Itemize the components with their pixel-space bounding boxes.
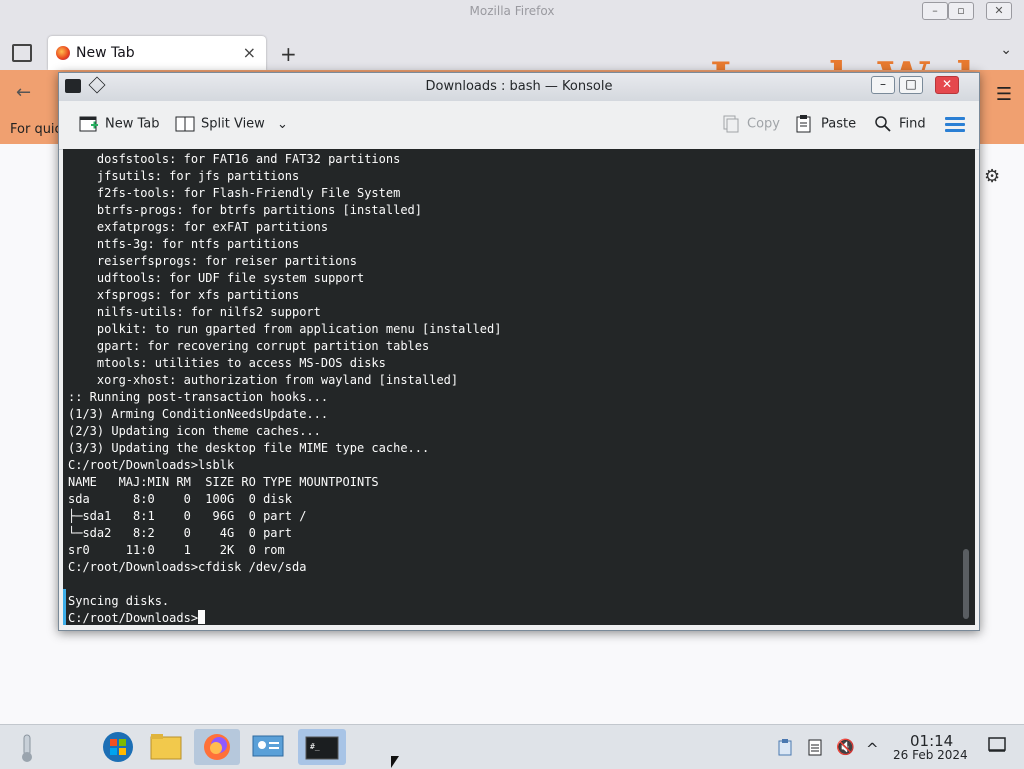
- thermometer-icon: [22, 734, 32, 762]
- firefox-close-button[interactable]: ✕: [986, 2, 1012, 20]
- taskbar-konsole[interactable]: #_: [298, 729, 346, 765]
- mouse-pointer-icon: [391, 756, 399, 768]
- split-view-label: Split View: [201, 116, 265, 132]
- terminal-cursor: [198, 610, 206, 624]
- konsole-window-title: Downloads : bash — Konsole: [425, 79, 613, 94]
- konsole-maximize-button[interactable]: □: [899, 76, 923, 94]
- list-tabs-button[interactable]: ⌄: [1000, 42, 1012, 58]
- clipboard-icon: [778, 739, 792, 756]
- firefox-minimize-button[interactable]: –: [922, 2, 948, 20]
- firefox-window-title: Mozilla Firefox: [469, 4, 555, 18]
- firefox-tabbar: New Tab × + ⌄ IoogleWeb: [0, 22, 1024, 106]
- back-button[interactable]: ←: [16, 82, 31, 103]
- settings-icon: [252, 735, 284, 757]
- terminal-line: ntfs-3g: for ntfs partitions: [68, 237, 300, 251]
- copy-toolbar-button[interactable]: Copy: [721, 115, 780, 133]
- terminal-line: f2fs-tools: for Flash-Friendly File Syst…: [68, 186, 401, 200]
- terminal-line: exfatprogs: for exFAT partitions: [68, 220, 329, 234]
- split-view-icon: [175, 116, 195, 132]
- terminal-focus-marker: [63, 589, 66, 625]
- terminal-line: (2/3) Updating icon theme caches...: [68, 424, 321, 438]
- notes-icon: [808, 739, 822, 756]
- tab-new-tab[interactable]: New Tab ×: [48, 36, 266, 70]
- firefox-maximize-button[interactable]: ▫: [948, 2, 974, 20]
- tab-label: New Tab: [76, 45, 135, 61]
- konsole-close-button[interactable]: ✕: [935, 76, 959, 94]
- terminal-line: xorg-xhost: authorization from wayland […: [68, 373, 459, 387]
- terminal-line: C:/root/Downloads>lsblk: [68, 458, 235, 472]
- clipboard-tray-icon[interactable]: [776, 738, 794, 760]
- search-icon: [875, 116, 891, 132]
- konsole-minimize-button[interactable]: –: [871, 76, 895, 94]
- terminal-line: └─sda2 8:2 0 4G 0 part: [68, 526, 292, 540]
- chevron-down-icon[interactable]: ⌄: [277, 117, 288, 132]
- new-tab-icon: [79, 116, 98, 132]
- taskbar: #_ 🔇 ^ 01:14 26 Feb 2024: [0, 724, 1024, 769]
- show-desktop-icon: [988, 737, 1006, 752]
- app-menu-button[interactable]: ☰: [996, 84, 1012, 105]
- copy-icon: [723, 115, 739, 133]
- gear-icon[interactable]: ⚙: [984, 166, 1000, 187]
- paste-label: Paste: [821, 116, 857, 132]
- svg-text:#_: #_: [310, 742, 320, 751]
- paste-icon: [796, 115, 811, 133]
- copy-label: Copy: [747, 116, 780, 132]
- split-view-toolbar-button[interactable]: Split View ⌄: [175, 115, 288, 133]
- taskbar-file-manager[interactable]: [146, 729, 186, 765]
- terminal-line: (1/3) Arming ConditionNeedsUpdate...: [68, 407, 329, 421]
- terminal-icon: #_: [305, 736, 339, 760]
- find-toolbar-button[interactable]: Find: [873, 115, 926, 133]
- terminal-line: Syncing disks.: [68, 594, 170, 608]
- terminal-output: dosfstools: for FAT16 and FAT32 partitio…: [63, 149, 975, 625]
- bookmark-item[interactable]: For quic: [10, 122, 62, 137]
- terminal-line: mtools: utilities to access MS-DOS disks: [68, 356, 386, 370]
- tab-close-icon[interactable]: ×: [243, 43, 256, 62]
- hamburger-menu-icon[interactable]: [945, 117, 965, 135]
- notes-tray-icon[interactable]: [806, 738, 824, 760]
- taskbar-system-settings[interactable]: [248, 729, 288, 765]
- terminal-line: nilfs-utils: for nilfs2 support: [68, 305, 321, 319]
- konsole-toolbar: New Tab Split View ⌄ Copy Paste Find: [59, 101, 979, 150]
- konsole-window: Downloads : bash — Konsole – □ ✕ New Tab…: [58, 72, 980, 631]
- terminal-line: NAME MAJ:MIN RM SIZE RO TYPE MOUNTPOINTS: [68, 475, 379, 489]
- tray-expand-icon[interactable]: ^: [866, 740, 879, 758]
- terminal-line: polkit: to run gparted from application …: [68, 322, 502, 336]
- find-label: Find: [899, 116, 926, 132]
- new-tab-toolbar-button[interactable]: New Tab: [79, 115, 160, 133]
- tab-overview-icon[interactable]: [12, 44, 32, 62]
- terminal-line: jfsutils: for jfs partitions: [68, 169, 300, 183]
- new-tab-label: New Tab: [105, 116, 160, 132]
- terminal-line: sda 8:0 0 100G 0 disk: [68, 492, 292, 506]
- volume-muted-icon[interactable]: 🔇: [836, 738, 855, 756]
- terminal-line: sr0 11:0 1 2K 0 rom: [68, 543, 285, 557]
- taskbar-firefox[interactable]: [194, 729, 240, 765]
- terminal-line: (3/3) Updating the desktop file MIME typ…: [68, 441, 430, 455]
- terminal-scrollbar[interactable]: [963, 549, 969, 619]
- firefox-icon: [204, 734, 230, 760]
- show-desktop-button[interactable]: [988, 737, 1006, 757]
- new-tab-button[interactable]: +: [280, 42, 297, 66]
- terminal-line: C:/root/Downloads>cfdisk /dev/sda: [68, 560, 307, 574]
- start-menu-button[interactable]: [98, 729, 138, 765]
- terminal-line: dosfstools: for FAT16 and FAT32 partitio…: [68, 152, 401, 166]
- firefox-favicon-icon: [56, 46, 70, 60]
- clock-date[interactable]: 26 Feb 2024: [893, 748, 968, 762]
- terminal-line: xfsprogs: for xfs partitions: [68, 288, 300, 302]
- firefox-titlebar: Mozilla Firefox – ▫ ✕: [0, 0, 1024, 22]
- konsole-titlebar[interactable]: Downloads : bash — Konsole – □ ✕: [59, 73, 979, 101]
- windows-logo-icon: [103, 732, 133, 762]
- folder-icon: [150, 734, 182, 760]
- terminal-line: :: Running post-transaction hooks...: [68, 390, 329, 404]
- terminal-line: reiserfsprogs: for reiser partitions: [68, 254, 357, 268]
- terminal-line: udftools: for UDF file system support: [68, 271, 365, 285]
- taskbar-thermometer-widget[interactable]: [8, 729, 48, 765]
- terminal-line: C:/root/Downloads>: [68, 611, 199, 625]
- terminal-line: ├─sda1 8:1 0 96G 0 part /: [68, 509, 307, 523]
- paste-toolbar-button[interactable]: Paste: [795, 115, 856, 133]
- terminal-area[interactable]: dosfstools: for FAT16 and FAT32 partitio…: [63, 149, 975, 625]
- terminal-line: btrfs-progs: for btrfs partitions [insta…: [68, 203, 423, 217]
- terminal-line: gpart: for recovering corrupt partition …: [68, 339, 430, 353]
